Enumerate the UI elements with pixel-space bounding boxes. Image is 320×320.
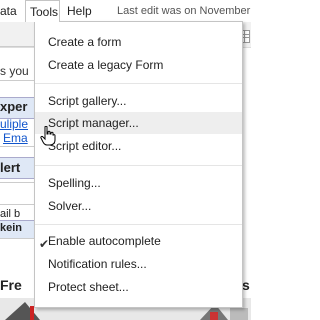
menu-item-script-editor[interactable]: Script editor... xyxy=(35,135,242,157)
grid-line xyxy=(0,46,34,47)
menu-item-protect-sheet[interactable]: Protect sheet... xyxy=(35,276,242,298)
grid-line xyxy=(0,146,34,147)
menu-separator xyxy=(35,83,242,84)
menu-tools[interactable]: Tools xyxy=(25,0,60,22)
menu-separator xyxy=(35,224,242,225)
banner-fragment-right: s xyxy=(242,277,250,293)
menu-item-label: Spelling... xyxy=(48,176,101,190)
banner-fragment: Fre xyxy=(0,277,22,293)
menu-item-label: Notification rules... xyxy=(48,257,147,271)
menu-item-label: Create a form xyxy=(48,35,122,49)
link-fragment[interactable]: uliple xyxy=(0,117,28,131)
menu-item-text: Enable autocomplete xyxy=(48,234,161,248)
checkmark-icon: ✔ xyxy=(39,237,50,251)
grid-line xyxy=(0,182,34,183)
grid-line xyxy=(0,80,34,81)
menu-item-label: Protect sheet... xyxy=(48,280,129,294)
last-edit-text[interactable]: Last edit was on November xyxy=(117,5,250,17)
menu-item-label: Create a legacy Form xyxy=(48,58,164,72)
cell-fragment: ail b xyxy=(0,208,21,220)
menu-data-fragment[interactable]: ata xyxy=(0,4,17,18)
menu-item-label: ✔ Enable autocomplete xyxy=(39,234,161,251)
menu-help[interactable]: Help xyxy=(67,4,92,18)
cell-header-fragment: lert xyxy=(0,160,21,175)
menu-item-create-form[interactable]: Create a form xyxy=(35,31,242,53)
grid-line xyxy=(0,204,34,205)
grid-line xyxy=(0,238,34,239)
menu-item-label: Solver... xyxy=(48,199,92,213)
cell-fragment: s you xyxy=(0,64,29,78)
menu-tools-label: Tools xyxy=(30,5,59,19)
cell-header-fragment: kein xyxy=(0,222,23,234)
menu-item-script-gallery[interactable]: Script gallery... xyxy=(35,90,242,112)
tools-menu: Create a form Create a legacy Form Scrip… xyxy=(34,21,243,308)
menu-item-create-legacy-form[interactable]: Create a legacy Form xyxy=(35,54,242,76)
cell-header-fragment: xper xyxy=(0,99,28,114)
menu-item-notification-rules[interactable]: Notification rules... xyxy=(35,253,242,275)
menu-item-solver[interactable]: Solver... xyxy=(35,195,242,217)
link-fragment-email[interactable]: Ema xyxy=(3,131,28,145)
hand-pointer-cursor-icon xyxy=(40,126,56,146)
menu-item-spelling[interactable]: Spelling... xyxy=(35,172,242,194)
menu-item-label: Script gallery... xyxy=(48,94,127,108)
menu-item-label: Script editor... xyxy=(48,139,122,153)
menu-item-enable-autocomplete[interactable]: ✔ Enable autocomplete xyxy=(35,230,242,252)
menu-bar: ata Tools Help Last edit was on November xyxy=(0,0,251,22)
menu-item-script-manager[interactable]: Script manager... xyxy=(35,112,242,134)
menu-item-label: Script manager... xyxy=(48,116,139,130)
menu-separator xyxy=(35,165,242,166)
